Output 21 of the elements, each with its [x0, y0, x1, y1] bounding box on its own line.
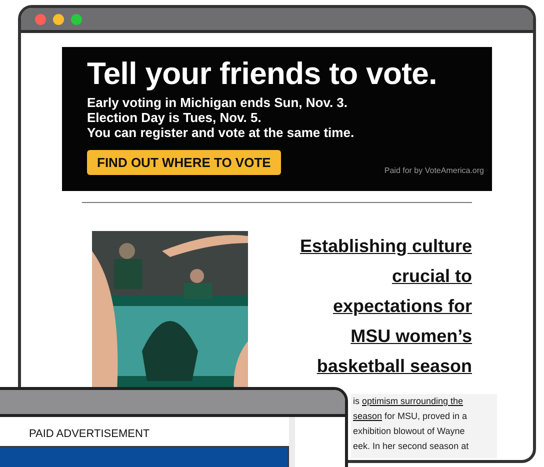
minimize-icon[interactable]	[53, 14, 64, 24]
headline-link[interactable]: expectations for	[332, 291, 472, 321]
headline-link[interactable]: basketball season	[316, 351, 472, 381]
article-excerpt: eek. In her second season at	[353, 441, 469, 451]
headline-link[interactable]: MSU women’s	[350, 321, 472, 351]
close-icon[interactable]	[35, 14, 46, 24]
article-link[interactable]: optimism surrounding the	[362, 396, 464, 406]
article-excerpt: for MSU, proved in a	[384, 411, 468, 421]
zoom-icon[interactable]	[71, 14, 82, 24]
ad-text: Early voting in Michigan ends Sun, Nov. 3.	[87, 95, 349, 110]
headline-link[interactable]: Establishing culture	[300, 231, 472, 261]
article-excerpt: exhibition blowout of Wayne	[353, 426, 465, 436]
ad-label: PAID ADVERTISEMENT	[28, 427, 151, 442]
ad-button[interactable]: FIND OUT WHERE TO VOTE	[87, 150, 281, 175]
ad-headline: Tell your friends to vote.	[87, 57, 438, 91]
ad-disclaimer: Paid for by VoteAmerica.org	[384, 166, 484, 175]
article-excerpt: is	[353, 396, 360, 406]
ad-text: Election Day is Tues, Nov. 5.	[87, 110, 262, 125]
article-link[interactable]: season	[353, 411, 382, 421]
headline-link[interactable]: crucial to	[392, 261, 472, 291]
ad-text: You can register and vote at the same time.	[87, 125, 356, 140]
